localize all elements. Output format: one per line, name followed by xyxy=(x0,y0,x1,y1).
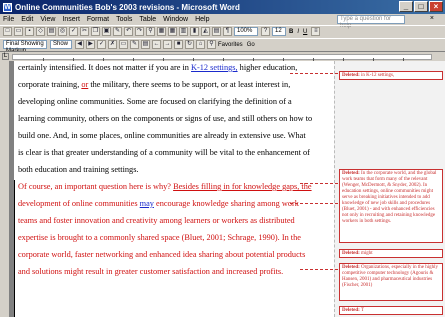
home-icon[interactable]: ⌂ xyxy=(196,40,205,49)
doc-line[interactable]: learning community, others on the compon… xyxy=(18,112,334,126)
balloon-connector xyxy=(300,183,338,184)
maximize-button[interactable]: □ xyxy=(414,1,428,12)
reject-change-icon[interactable]: ✗ xyxy=(108,40,117,49)
doc-line[interactable]: and solutions might result in greater cu… xyxy=(18,265,334,279)
spelling-icon[interactable]: ✓ xyxy=(69,27,78,36)
insert-table-icon[interactable]: ▦ xyxy=(168,27,177,36)
search-web-icon[interactable]: ⚲ xyxy=(207,40,216,49)
word-window: W Online Communities Bob's 2003 revision… xyxy=(0,0,445,317)
reviewing-toolbar: Final Showing Markup Show ◀ ▶ ✓ ✗ ▭ ✎ ▤ … xyxy=(0,38,445,54)
bold-button[interactable]: B xyxy=(289,29,293,35)
menu-format[interactable]: Format xyxy=(87,16,109,23)
balloon-connector xyxy=(300,269,338,270)
format-painter-icon[interactable]: ✎ xyxy=(113,27,122,36)
balloon-connector xyxy=(290,203,338,204)
menu-table[interactable]: Table xyxy=(139,16,156,23)
doc-line[interactable]: both education and training settings. xyxy=(18,163,334,177)
forward-icon[interactable]: → xyxy=(163,40,172,49)
deletion-balloon[interactable]: Deleted: T xyxy=(339,306,443,315)
italic-button[interactable]: I xyxy=(297,29,299,35)
balloon-connector xyxy=(290,73,338,74)
deletion-balloon[interactable]: Deleted: In the corporate world, and the… xyxy=(339,169,443,243)
doc-line[interactable]: build one. And, in some places, online c… xyxy=(18,129,334,143)
doc-line[interactable]: development of online communities may en… xyxy=(18,197,334,211)
doc-line[interactable]: is clear is that greater understanding o… xyxy=(18,146,334,160)
doc-line[interactable]: teams and foster innovation and creativi… xyxy=(18,214,334,228)
align-left-icon[interactable]: ≡ xyxy=(311,27,321,36)
paste-icon[interactable]: ▣ xyxy=(102,27,111,36)
display-for-review-select[interactable]: Final Showing Markup xyxy=(3,40,47,54)
ruler-scale xyxy=(12,54,432,61)
window-controls: _ □ × xyxy=(399,1,443,12)
redo-icon[interactable]: ↷ xyxy=(135,27,144,36)
save-icon[interactable]: ▪ xyxy=(25,27,34,36)
deletion-balloon[interactable]: Deleted: might xyxy=(339,249,443,258)
title-bar: W Online Communities Bob's 2003 revision… xyxy=(0,0,445,14)
doc-line[interactable]: certainly intensified. It does not matte… xyxy=(18,61,334,75)
minimize-button[interactable]: _ xyxy=(399,1,413,12)
document-close-icon[interactable]: × xyxy=(430,15,434,22)
tables-borders-icon[interactable]: ▦ xyxy=(157,27,166,36)
markup-balloon-pane: Deleted: in K-12 settings, Deleted: In t… xyxy=(334,61,445,317)
close-button[interactable]: × xyxy=(429,1,443,12)
change-bar xyxy=(14,180,15,317)
doc-line[interactable]: corporate training, or the military, the… xyxy=(18,78,334,92)
doc-line[interactable]: corporate world, faster networking and e… xyxy=(18,248,334,262)
print-icon[interactable]: ▤ xyxy=(47,27,56,36)
open-folder-icon[interactable]: ▭ xyxy=(14,27,23,36)
help-icon[interactable]: ? xyxy=(261,27,270,36)
show-hide-icon[interactable]: ¶ xyxy=(223,27,232,36)
menu-bar: File Edit View Insert Format Tools Table… xyxy=(0,14,445,29)
previous-change-icon[interactable]: ◀ xyxy=(75,40,84,49)
menu-edit[interactable]: Edit xyxy=(21,16,33,23)
menu-help[interactable]: Help xyxy=(195,16,209,23)
next-change-icon[interactable]: ▶ xyxy=(86,40,95,49)
deletion-balloon[interactable]: Deleted: Organizations, especially in th… xyxy=(339,263,443,301)
zoom-select[interactable]: 100% xyxy=(234,27,258,36)
insert-comment-icon[interactable]: ▭ xyxy=(119,40,128,49)
refresh-icon[interactable]: ↻ xyxy=(185,40,194,49)
go-menu[interactable]: Go xyxy=(247,42,255,48)
hyperlink-icon[interactable]: ⚲ xyxy=(146,27,155,36)
window-title: Online Communities Bob's 2003 revisions … xyxy=(15,2,240,12)
document-area: certainly intensified. It does not matte… xyxy=(0,61,445,317)
doc-line[interactable]: expertise is brought to a commonly share… xyxy=(18,231,334,245)
standard-toolbar: □ ▭ ▪ ◇ ▤ ◎ ✓ ✂ ❐ ▣ ✎ ↶ ↷ ⚲ ▦ ▦ ▥ ▮ ◭ ▤ … xyxy=(0,25,445,37)
permission-icon[interactable]: ◇ xyxy=(36,27,45,36)
help-search-input[interactable]: Type a question for help xyxy=(337,15,405,29)
new-document-icon[interactable]: □ xyxy=(3,27,12,36)
doc-line[interactable]: Of course, an important question here is… xyxy=(18,180,334,194)
menu-view[interactable]: View xyxy=(40,16,55,23)
reviewing-pane-icon[interactable]: ▤ xyxy=(141,40,150,49)
back-icon[interactable]: ← xyxy=(152,40,161,49)
doc-line[interactable]: developing online communities. Some are … xyxy=(18,95,334,109)
favorites-menu[interactable]: Favorites xyxy=(218,42,243,48)
columns-icon[interactable]: ▮ xyxy=(190,27,199,36)
copy-icon[interactable]: ❐ xyxy=(91,27,100,36)
menu-window[interactable]: Window xyxy=(163,16,188,23)
track-changes-icon[interactable]: ✎ xyxy=(130,40,139,49)
document-page[interactable]: certainly intensified. It does not matte… xyxy=(14,61,334,317)
menu-file[interactable]: File xyxy=(3,16,14,23)
cut-icon[interactable]: ✂ xyxy=(80,27,89,36)
accept-change-icon[interactable]: ✓ xyxy=(97,40,106,49)
horizontal-ruler[interactable]: L xyxy=(0,51,445,61)
tab-selector-icon[interactable]: L xyxy=(2,53,9,60)
show-menu[interactable]: Show xyxy=(50,40,72,49)
vertical-ruler xyxy=(0,61,10,317)
document-map-icon[interactable]: ▤ xyxy=(212,27,221,36)
insert-excel-icon[interactable]: ▥ xyxy=(179,27,188,36)
deletion-balloon[interactable]: Deleted: in K-12 settings, xyxy=(339,71,443,80)
underline-button[interactable]: U xyxy=(303,29,307,35)
font-size-select[interactable]: 12 xyxy=(272,27,286,36)
stop-icon[interactable]: ■ xyxy=(174,40,183,49)
menu-insert[interactable]: Insert xyxy=(62,16,80,23)
print-preview-icon[interactable]: ◎ xyxy=(58,27,67,36)
drawing-icon[interactable]: ◭ xyxy=(201,27,210,36)
menu-tools[interactable]: Tools xyxy=(116,16,132,23)
undo-icon[interactable]: ↶ xyxy=(124,27,133,36)
word-app-icon: W xyxy=(3,2,12,12)
